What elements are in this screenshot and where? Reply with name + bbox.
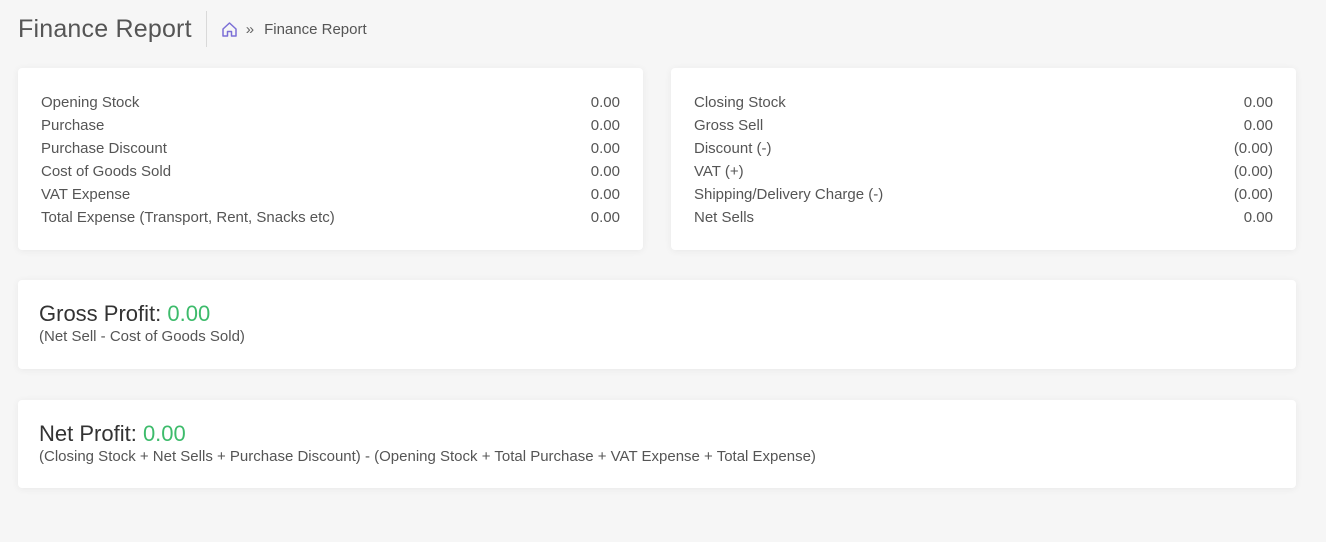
- list-item: Shipping/Delivery Charge (-) (0.00): [694, 183, 1273, 206]
- row-label: VAT (+): [694, 163, 744, 180]
- row-value: 0.00: [590, 163, 620, 180]
- net-profit-heading: Net Profit: 0.00: [39, 421, 186, 447]
- row-label: Net Sells: [694, 209, 755, 226]
- row-value: 0.00: [590, 94, 620, 111]
- row-value: (0.00): [1233, 140, 1273, 157]
- row-value: 0.00: [1243, 209, 1273, 226]
- row-label: Cost of Goods Sold: [41, 163, 172, 180]
- breadcrumb-current: Finance Report: [264, 20, 367, 38]
- net-profit-label: Net Profit:: [39, 421, 137, 446]
- row-label: Purchase Discount: [41, 140, 167, 157]
- breadcrumb-separator: »: [245, 20, 255, 38]
- row-value: (0.00): [1233, 163, 1273, 180]
- row-label: Gross Sell: [694, 117, 764, 134]
- row-value: 0.00: [590, 209, 620, 226]
- list-item: Total Expense (Transport, Rent, Snacks e…: [41, 206, 620, 229]
- row-value: 0.00: [590, 117, 620, 134]
- row-label: Purchase: [41, 117, 105, 134]
- net-profit-formula: (Closing Stock + Net Sells + Purchase Di…: [39, 448, 816, 465]
- gross-profit-formula: (Net Sell - Cost of Goods Sold): [39, 328, 245, 345]
- list-item: VAT Expense 0.00: [41, 183, 620, 206]
- list-item: Net Sells 0.00: [694, 206, 1273, 229]
- home-icon[interactable]: [221, 21, 238, 38]
- list-item: Purchase 0.00: [41, 114, 620, 137]
- row-label: Opening Stock: [41, 94, 140, 111]
- list-item: Opening Stock 0.00: [41, 91, 620, 114]
- gross-profit-heading: Gross Profit: 0.00: [39, 301, 210, 327]
- row-label: Discount (-): [694, 140, 772, 157]
- row-label: Total Expense (Transport, Rent, Snacks e…: [41, 209, 335, 226]
- row-label: VAT Expense: [41, 186, 131, 203]
- list-item: Cost of Goods Sold 0.00: [41, 160, 620, 183]
- purchase-summary-card: Opening Stock 0.00 Purchase 0.00 Purchas…: [18, 68, 643, 250]
- row-label: Shipping/Delivery Charge (-): [694, 186, 884, 203]
- net-profit-card: Net Profit: 0.00 (Closing Stock + Net Se…: [18, 400, 1296, 488]
- sales-summary-card: Closing Stock 0.00 Gross Sell 0.00 Disco…: [671, 68, 1296, 250]
- net-profit-value: 0.00: [142, 421, 186, 446]
- row-value: 0.00: [1243, 117, 1273, 134]
- list-item: Discount (-) (0.00): [694, 137, 1273, 160]
- list-item: Purchase Discount 0.00: [41, 137, 620, 160]
- gross-profit-card: Gross Profit: 0.00 (Net Sell - Cost of G…: [18, 280, 1296, 369]
- page-header: Finance Report » Finance Report: [18, 10, 367, 48]
- list-item: Gross Sell 0.00: [694, 114, 1273, 137]
- row-value: 0.00: [590, 140, 620, 157]
- row-value: (0.00): [1233, 186, 1273, 203]
- page-title: Finance Report: [18, 11, 207, 47]
- row-value: 0.00: [1243, 94, 1273, 111]
- gross-profit-label: Gross Profit:: [39, 301, 162, 326]
- gross-profit-value: 0.00: [167, 301, 211, 326]
- list-item: Closing Stock 0.00: [694, 91, 1273, 114]
- row-label: Closing Stock: [694, 94, 786, 111]
- breadcrumb: » Finance Report: [221, 21, 367, 38]
- row-value: 0.00: [590, 186, 620, 203]
- list-item: VAT (+) (0.00): [694, 160, 1273, 183]
